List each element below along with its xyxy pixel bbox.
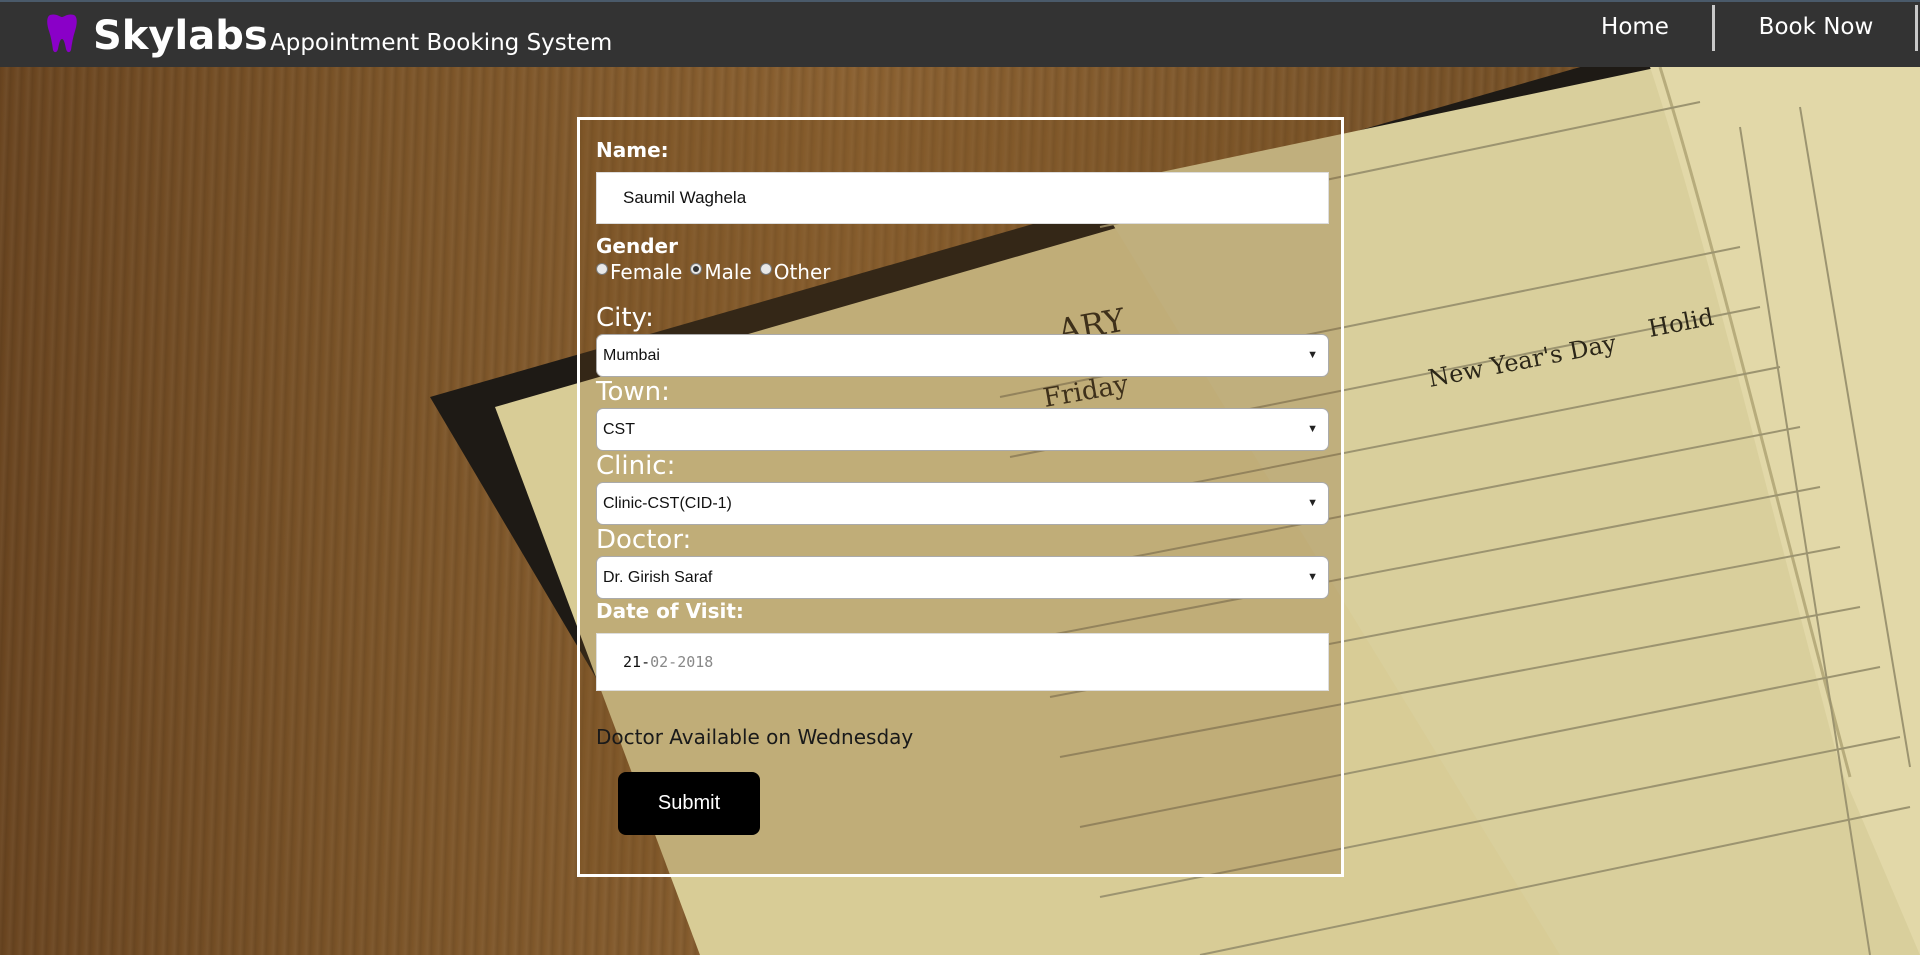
radio-label-male: Male <box>704 260 752 284</box>
gender-option-other[interactable]: Other <box>759 260 831 284</box>
town-label: Town: <box>596 377 670 407</box>
radio-female[interactable] <box>596 263 608 275</box>
date-month: 02 <box>650 653 669 671</box>
clinic-select[interactable]: Clinic-CST(CID-1) ▼ <box>596 482 1329 525</box>
name-label: Name: <box>596 138 669 162</box>
brand-name[interactable]: Skylabs <box>93 14 268 58</box>
city-label: City: <box>596 303 654 333</box>
doctor-label: Doctor: <box>596 525 692 555</box>
chevron-down-icon: ▼ <box>1307 571 1318 583</box>
doctor-select[interactable]: Dr. Girish Saraf ▼ <box>596 556 1329 599</box>
radio-other[interactable] <box>759 263 772 275</box>
clinic-select-value: Clinic-CST(CID-1) <box>603 495 732 512</box>
radio-label-other: Other <box>773 260 831 284</box>
date-separator: - <box>668 653 678 671</box>
clinic-label: Clinic: <box>596 451 676 481</box>
gender-option-male[interactable]: Male <box>690 260 752 284</box>
gender-option-female[interactable]: Female <box>596 260 682 284</box>
nav-book-now-link[interactable]: Book Now <box>1745 2 1887 54</box>
brand-tagline: Appointment Booking System <box>270 30 613 56</box>
nav-divider <box>1915 5 1918 51</box>
navbar: Skylabs Appointment Booking System Home … <box>0 0 1920 67</box>
booking-form: Name: Saumil Waghela Gender Female Male … <box>577 117 1344 877</box>
tooth-icon <box>47 14 77 53</box>
town-select[interactable]: CST ▼ <box>596 408 1329 451</box>
date-of-visit-input[interactable]: 21-02-2018 <box>596 633 1329 691</box>
date-separator: - <box>641 653 651 671</box>
chevron-down-icon: ▼ <box>1307 349 1318 361</box>
city-select[interactable]: Mumbai ▼ <box>596 334 1329 377</box>
date-label: Date of Visit: <box>596 599 744 623</box>
name-input[interactable]: Saumil Waghela <box>596 172 1329 224</box>
chevron-down-icon: ▼ <box>1307 497 1318 509</box>
doctor-select-value: Dr. Girish Saraf <box>603 569 713 586</box>
radio-label-female: Female <box>610 260 683 284</box>
town-select-value: CST <box>603 421 635 438</box>
gender-label: Gender <box>596 234 678 258</box>
date-year: 2018 <box>677 653 714 671</box>
doctor-availability-text: Doctor Available on Wednesday <box>596 725 914 749</box>
nav-home-link[interactable]: Home <box>1568 2 1702 54</box>
gender-radio-group: Female Male Other <box>596 259 839 285</box>
submit-button[interactable]: Submit <box>618 772 760 835</box>
nav-divider <box>1712 5 1715 51</box>
radio-male[interactable] <box>690 263 703 275</box>
date-day: 21 <box>623 653 642 671</box>
city-select-value: Mumbai <box>603 347 660 364</box>
chevron-down-icon: ▼ <box>1307 423 1318 435</box>
